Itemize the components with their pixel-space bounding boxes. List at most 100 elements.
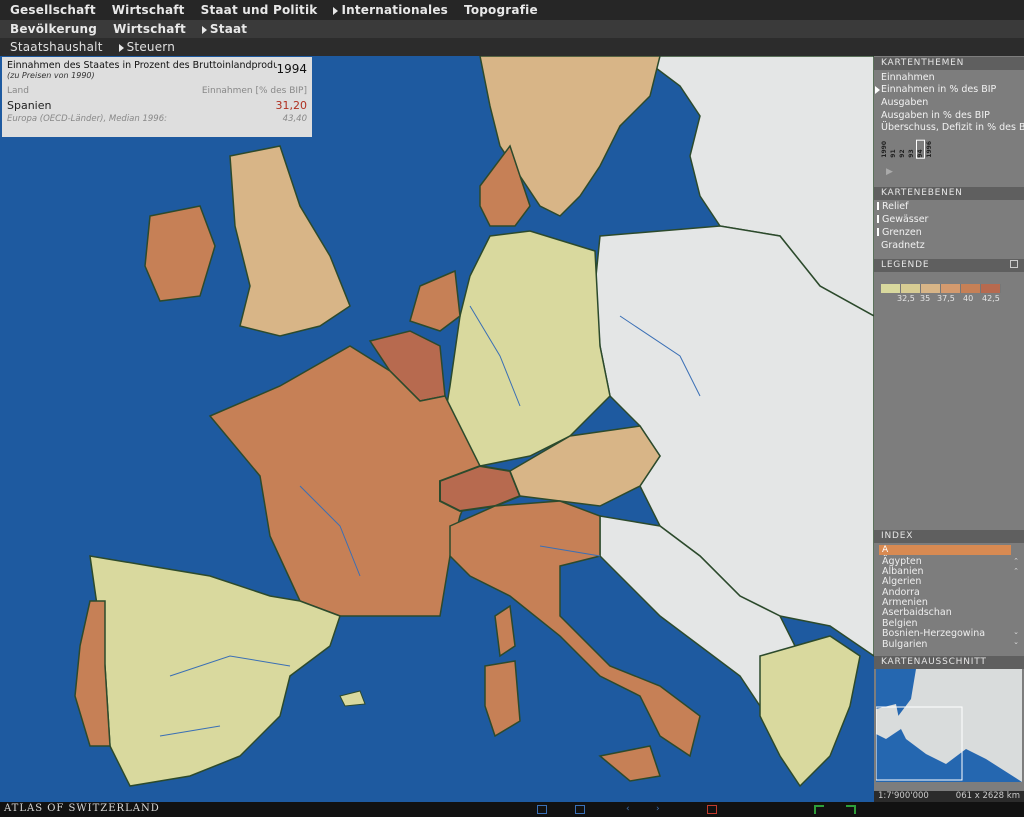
scroll-down-icon[interactable]: ⌄ bbox=[1011, 628, 1021, 636]
overview-land bbox=[896, 669, 1022, 782]
region-germany[interactable] bbox=[439, 230, 611, 467]
overview-map-svg bbox=[876, 669, 1022, 782]
arrow-right-icon bbox=[333, 6, 339, 15]
year-91[interactable]: 91 bbox=[890, 141, 897, 157]
nav-wirtschaft-sub[interactable]: Wirtschaft bbox=[113, 22, 186, 36]
year-92[interactable]: 92 bbox=[899, 141, 906, 157]
nav-internationales[interactable]: Internationales bbox=[333, 3, 448, 17]
extent-value: 061 x 2628 km bbox=[955, 791, 1020, 801]
info-header-row: Land Einnahmen [% des BIP] bbox=[7, 86, 307, 96]
index-item[interactable]: Aserbaidschan bbox=[882, 607, 952, 618]
nav-staat[interactable]: Staat bbox=[201, 22, 248, 36]
nav-staat-label: Staat bbox=[209, 22, 248, 36]
layer-relief[interactable]: Relief bbox=[877, 201, 909, 212]
year-94[interactable]: 94 bbox=[916, 140, 925, 159]
year-selector: 1990 91 92 93 94 1996 bbox=[881, 140, 933, 159]
footer: ATLAS OF SWITZERLAND ‹ › bbox=[0, 802, 1024, 817]
legend-swatch-4 bbox=[941, 284, 961, 293]
layer-relief-label: Relief bbox=[882, 201, 909, 212]
theme-ausgaben-bip[interactable]: Ausgaben in % des BIP bbox=[881, 110, 990, 121]
index-item[interactable]: Bulgarien bbox=[882, 639, 927, 650]
overview-header: KARTENAUSSCHNITT bbox=[874, 656, 1024, 669]
legend-label-3: 37,5 bbox=[937, 294, 955, 303]
scroll-bottom-icon[interactable]: ⌄ bbox=[1011, 638, 1021, 646]
forward-icon[interactable]: › bbox=[656, 805, 666, 814]
year-93[interactable]: 93 bbox=[908, 141, 915, 157]
info-footer-label: Europa (OECD-Länder), Median 1996: bbox=[7, 114, 167, 124]
info-country: Spanien bbox=[7, 99, 52, 112]
region-balearic[interactable] bbox=[339, 690, 366, 707]
help-icon[interactable] bbox=[814, 805, 824, 814]
theme-einnahmen[interactable]: Einnahmen bbox=[881, 72, 935, 83]
checkbox-checked-icon bbox=[877, 228, 879, 236]
nav-bevoelkerung[interactable]: Bevölkerung bbox=[10, 22, 97, 36]
region-sicily[interactable] bbox=[598, 745, 661, 782]
atlas-logo: ATLAS OF SWITZERLAND bbox=[4, 803, 160, 814]
legend-label-5: 42,5 bbox=[982, 294, 1000, 303]
print-icon[interactable] bbox=[707, 805, 717, 814]
play-icon[interactable]: ▶ bbox=[886, 167, 893, 177]
overview-map[interactable] bbox=[876, 669, 1022, 782]
region-corsica[interactable] bbox=[494, 604, 516, 658]
arrow-right-icon bbox=[201, 25, 207, 34]
legend-swatch-1 bbox=[881, 284, 901, 293]
region-sardinia[interactable] bbox=[484, 660, 521, 738]
region-ireland[interactable] bbox=[144, 205, 216, 302]
layer-gradnetz[interactable]: Gradnetz bbox=[881, 240, 925, 251]
theme-ausgaben[interactable]: Ausgaben bbox=[881, 97, 928, 108]
info-footer-value: 43,40 bbox=[282, 114, 307, 124]
overview-land-west bbox=[876, 704, 901, 739]
nav-steuern[interactable]: Steuern bbox=[118, 40, 176, 54]
year-1996[interactable]: 1996 bbox=[926, 141, 933, 158]
theme-einnahmen-bip[interactable]: Einnahmen in % des BIP bbox=[881, 84, 996, 95]
index-item[interactable]: Algerien bbox=[882, 576, 921, 587]
checkbox-checked-icon bbox=[877, 202, 879, 210]
region-netherlands[interactable] bbox=[409, 269, 461, 332]
checkbox-checked-icon bbox=[877, 215, 879, 223]
region-great-britain[interactable] bbox=[229, 145, 351, 337]
legend-label-4: 40 bbox=[963, 294, 974, 303]
main-map[interactable] bbox=[0, 56, 874, 802]
legend-swatch-5 bbox=[961, 284, 981, 293]
scroll-up-icon[interactable]: ⌃ bbox=[1011, 567, 1021, 575]
layer-grenzen-label: Grenzen bbox=[882, 227, 922, 238]
scroll-top-icon[interactable]: ⌃ bbox=[1011, 557, 1021, 565]
document-icon[interactable] bbox=[575, 805, 585, 814]
info-col-value: Einnahmen [% des BIP] bbox=[201, 86, 307, 96]
layer-grenzen[interactable]: Grenzen bbox=[877, 227, 922, 238]
region-greece[interactable] bbox=[759, 635, 861, 788]
third-navigation: Staatshaushalt Steuern bbox=[0, 38, 1024, 56]
theme-ueberschuss[interactable]: Überschuss, Defizit in % des BIP bbox=[881, 122, 1024, 133]
themes-header: KARTENTHEMEN bbox=[874, 57, 1024, 70]
legend-header: LEGENDE bbox=[874, 259, 1024, 272]
index-item[interactable]: Bosnien-Herzegowina bbox=[882, 628, 985, 639]
legend-toggle-icon[interactable] bbox=[1010, 260, 1018, 268]
europe-map-svg bbox=[74, 56, 874, 788]
info-icon[interactable] bbox=[537, 805, 547, 814]
nav-gesellschaft[interactable]: Gesellschaft bbox=[10, 3, 96, 17]
scale-bar: 1:7'900'000 061 x 2628 km bbox=[874, 791, 1024, 802]
layer-gewaesser[interactable]: Gewässer bbox=[877, 214, 928, 225]
index-selected-letter[interactable]: A bbox=[879, 545, 1011, 555]
active-theme-icon bbox=[875, 86, 880, 94]
info-year: 1994 bbox=[276, 62, 307, 76]
region-portugal[interactable] bbox=[74, 600, 111, 747]
legend-swatch-3 bbox=[921, 284, 941, 293]
nav-staatshaushalt[interactable]: Staatshaushalt bbox=[10, 40, 103, 54]
exit-icon[interactable] bbox=[846, 805, 856, 814]
legend-label-1: 32,5 bbox=[897, 294, 915, 303]
year-1990[interactable]: 1990 bbox=[881, 141, 888, 158]
nav-topografie[interactable]: Topografie bbox=[464, 3, 538, 17]
info-col-land: Land bbox=[7, 86, 29, 96]
info-subtitle: (zu Preisen von 1990) bbox=[7, 71, 95, 80]
info-box: Einnahmen des Staates in Prozent des Bru… bbox=[2, 57, 312, 137]
info-value: 31,20 bbox=[275, 99, 308, 112]
nav-staat-und-politik[interactable]: Staat und Politik bbox=[201, 3, 318, 17]
nav-steuern-label: Steuern bbox=[126, 40, 176, 54]
arrow-right-icon bbox=[118, 43, 124, 52]
info-data-row: Spanien 31,20 bbox=[7, 99, 307, 112]
nav-wirtschaft[interactable]: Wirtschaft bbox=[112, 3, 185, 17]
top-navigation: Gesellschaft Wirtschaft Staat und Politi… bbox=[0, 0, 1024, 20]
back-icon[interactable]: ‹ bbox=[626, 805, 636, 814]
index-header: INDEX bbox=[874, 530, 1024, 543]
